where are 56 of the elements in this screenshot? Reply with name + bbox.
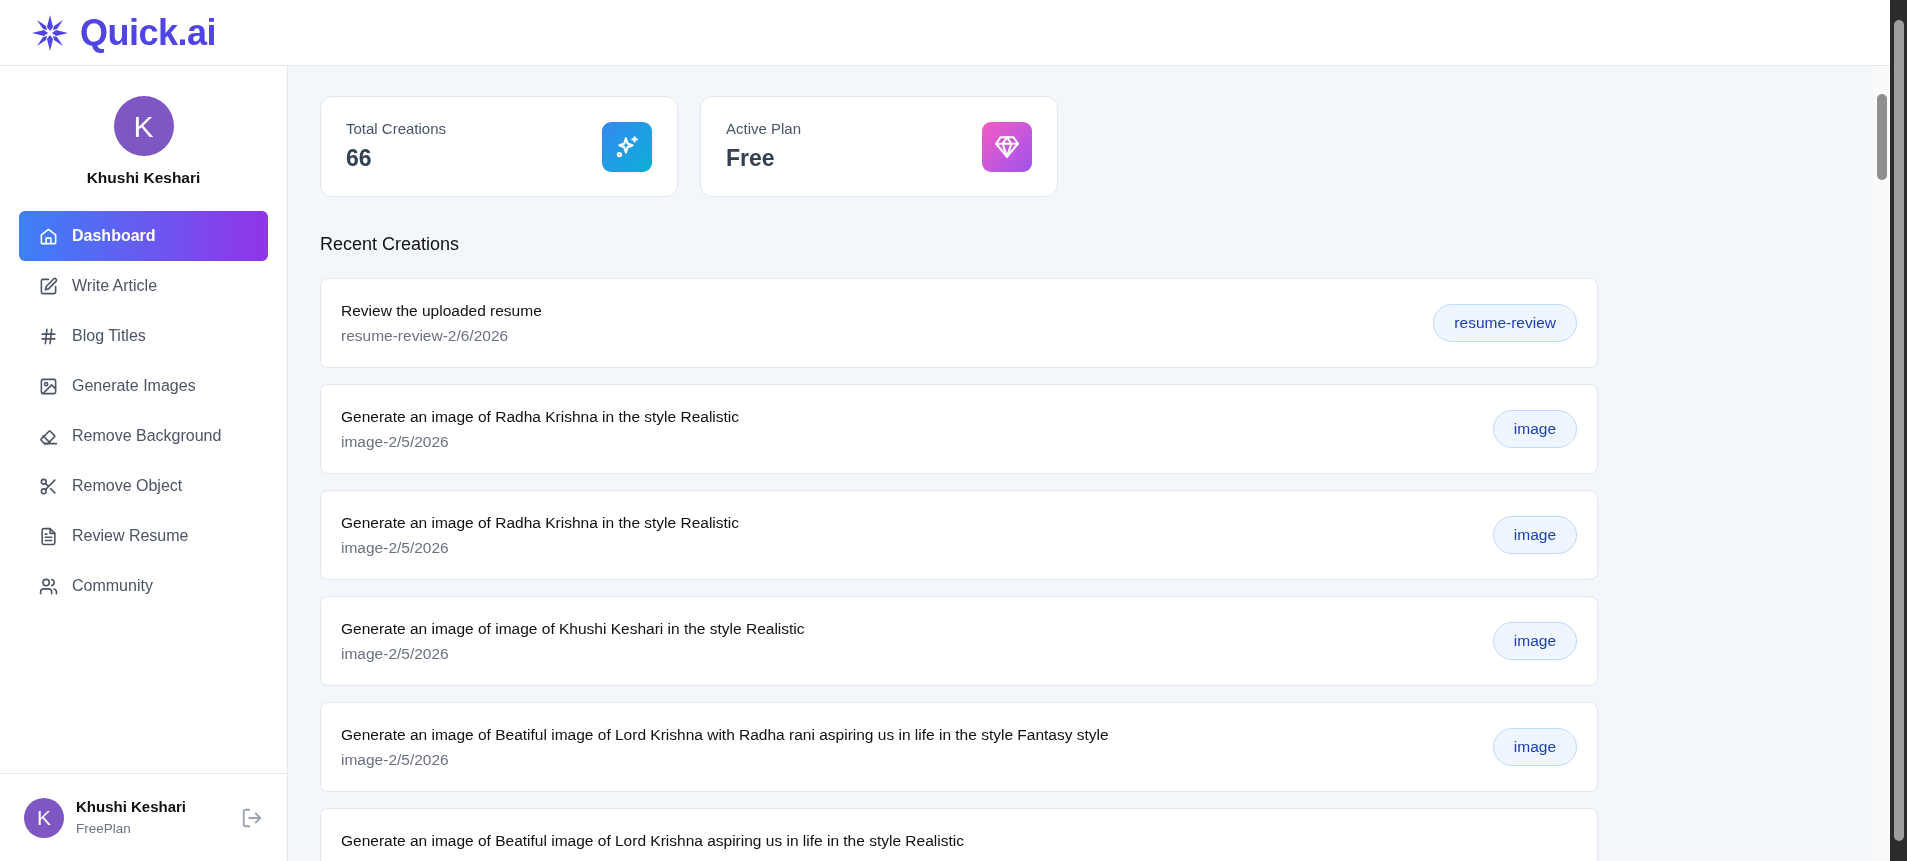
creation-prompt: Generate an image of Beatiful image of Lord Krishna aspiring us in life in the style Realistic	[341, 831, 964, 851]
sidebar-item[interactable]: Write Article	[19, 261, 268, 312]
creation-date: image-2/5/2026	[341, 750, 450, 770]
creation-prompt: Generate an image of Radha Krishna in the style Realistic	[341, 512, 740, 533]
creation-item[interactable]: Generate an image of image of Khushi Keshari in the style Realistic image-2/5/2026 image	[320, 596, 1598, 686]
stat-value: Free	[726, 143, 776, 173]
creation-prompt: Generate an image of Radha Krishna in the style Realistic	[341, 406, 740, 427]
scrollbar[interactable]	[1873, 66, 1890, 861]
type-tag: image	[1492, 728, 1577, 766]
stat-label: Total Creations	[346, 119, 447, 139]
app-logo-text: Quick.ai	[80, 10, 217, 55]
scrollbar[interactable]	[1890, 0, 1907, 861]
sidebar-item[interactable]: Dashboard	[19, 211, 268, 262]
sidebar-item[interactable]: Blog Titles	[19, 311, 268, 362]
sidebar-item[interactable]: Community	[19, 561, 268, 612]
document-icon	[39, 526, 58, 546]
type-tag: image	[1492, 410, 1577, 448]
stat-value: 66	[346, 143, 373, 173]
scissors-icon	[39, 476, 58, 496]
avatar: K	[24, 797, 64, 838]
creation-date: resume-review-2/6/2026	[341, 326, 510, 346]
section-title: Recent Creations	[320, 233, 461, 256]
creation-prompt: Generate an image of Beatiful image of Lord Krishna with Radha rani aspiring us in life in the style Fantasy style	[341, 724, 1109, 745]
logout-icon	[241, 806, 263, 829]
logout-button[interactable]	[241, 806, 263, 829]
creation-item[interactable]: Generate an image of Radha Krishna in the style Realistic image-2/5/2026 image	[320, 384, 1598, 474]
avatar: K	[113, 96, 174, 156]
creation-item[interactable]: Generate an image of Radha Krishna in the style Realistic image-2/5/2026 image	[320, 490, 1598, 580]
plan-label: FreePlan	[76, 819, 132, 838]
home-icon	[39, 226, 58, 246]
stat-label: Active Plan	[726, 119, 802, 139]
creation-prompt: Generate an image of image of Khushi Keshari in the style Realistic	[341, 618, 805, 639]
creation-date: image-2/5/2026	[341, 538, 450, 558]
image-icon	[39, 376, 58, 396]
scrollbar-thumb[interactable]	[1893, 20, 1904, 841]
creation-item[interactable]: Generate an image of Beatiful image of Lord Krishna with Radha rani aspiring us in life in the style Fantasy style image-2/5/2026 image	[320, 702, 1598, 792]
type-tag: resume-review	[1433, 304, 1577, 342]
pencil-square-icon	[39, 276, 58, 296]
type-tag: image	[1492, 622, 1577, 660]
gem-icon	[994, 133, 1020, 160]
sparkles-icon	[614, 133, 640, 160]
creation-prompt: Review the uploaded resume	[341, 300, 542, 321]
users-icon	[39, 576, 58, 596]
user-name: Khushi Keshari	[76, 797, 188, 818]
creation-item[interactable]: Generate an image of Beatiful image of Lord Krishna aspiring us in life in the style Realistic	[320, 808, 1598, 861]
sidebar-item[interactable]: Remove Background	[19, 411, 268, 462]
scrollbar-thumb[interactable]	[1876, 94, 1887, 180]
sidebar-item[interactable]: Review Resume	[19, 511, 268, 562]
sidebar-item[interactable]: Generate Images	[19, 361, 268, 412]
creation-item[interactable]: Review the uploaded resume resume-review-2/6/2026 resume-review	[320, 278, 1598, 368]
type-tag: image	[1492, 516, 1577, 554]
user-name: Khushi Keshari	[86, 168, 201, 188]
creation-date: image-2/5/2026	[341, 432, 450, 452]
hash-icon	[39, 326, 58, 346]
sidebar-item[interactable]: Remove Object	[19, 461, 268, 512]
creation-date: image-2/5/2026	[341, 644, 450, 664]
